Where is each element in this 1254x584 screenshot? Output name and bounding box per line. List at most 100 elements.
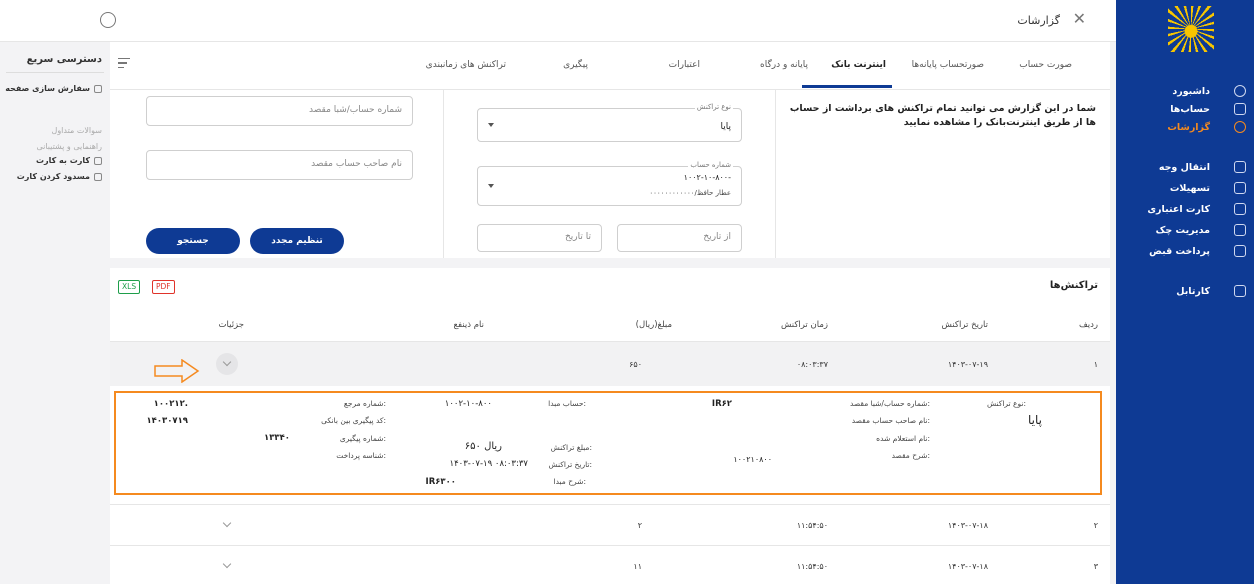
row-amount: ۱۱ [633,562,642,571]
sidebar-item-label: کارت اعتباری [1147,203,1210,215]
table-row[interactable]: ۳ ۱۴۰۳-۰۷-۱۸ ۱۱:۵۴:۵۰ ۱۱ [110,546,1110,584]
placeholder: تا تاریخ [564,232,591,242]
table-row[interactable]: ۲ ۱۴۰۳-۰۷-۱۸ ۱۱:۵۴:۵۰ ۲ [110,505,1110,545]
detail-label: نام صاحب حساب مقصد: [851,416,930,425]
chevron-down-icon [488,123,494,127]
sidebar-item-bill[interactable]: پرداخت قبض [1124,242,1246,260]
quick-item-label: راهنمایی و پشتیبانی [36,142,102,151]
bank-icon [1234,103,1246,115]
sidebar-item-loans[interactable]: تسهیلات [1124,179,1246,197]
dest-owner-input[interactable]: نام صاحب حساب مقصد [146,150,413,180]
row-index: ۲ [1093,521,1098,530]
transaction-type-select[interactable]: نوع تراکنش پایا [477,103,742,142]
row-amount: ۲ [637,521,642,530]
detail-value: پایا [1028,413,1042,427]
sidebar-item-accounts[interactable]: حساب‌ها [1124,100,1246,118]
quick-item-support[interactable]: راهنمایی و پشتیبانی [36,142,102,151]
account-number: ۱۰۰۲-۱۰-۸۰۰- [683,173,731,182]
account-select[interactable]: شماره حساب ۱۰۰۲-۱۰-۸۰۰- ۰۰۰۰۰۰۰۰۰۰۰۰/عطا… [477,161,742,206]
placeholder: نام صاحب حساب مقصد [311,159,402,169]
detail-value: ۱۳۳۴۰ [264,433,290,443]
filter-icon[interactable] [118,58,130,70]
detail-value: ۱۰۰۲-۱۰-۸۰۰ [444,399,492,409]
quick-access-title: دسترسی سریع [26,54,102,65]
tab-internet-bank[interactable]: اینترنت بانک [831,60,886,70]
detail-value: ۶۵۰ ریال [464,441,502,452]
quick-item-card-to-card[interactable]: کارت به کارت [36,156,102,165]
quick-item-customize-page[interactable]: سفارش سازی صفحه [5,84,102,93]
from-date-input[interactable]: از تاریخ [617,224,742,252]
chevron-down-icon[interactable] [216,555,238,577]
reset-button[interactable]: تنظیم مجدد [250,228,344,254]
column-header-details: جزئیات [218,320,244,330]
tab-scheduled-transactions[interactable]: تراکنش های زمانبندی [426,60,506,70]
sidebar-item-cheque[interactable]: مدیریت چک [1124,221,1246,239]
sidebar-item-label: داشبورد [1172,85,1210,97]
report-description: شما در این گزارش می توانید تمام تراکنش ه… [789,103,1096,128]
pdf-export-icon[interactable]: PDF [152,280,175,294]
row-date: ۱۴۰۳-۰۷-۱۸ [947,521,988,530]
table-row[interactable]: ۱ ۱۴۰۳-۰۷-۱۹ ۰۸:۰۳:۳۷ ۶۵۰ [110,342,1110,386]
sidebar-item-dashboard[interactable]: داشبورد [1124,82,1246,100]
row-date: ۱۴۰۳-۰۷-۱۹ [947,360,988,369]
report-icon [1234,121,1246,133]
field-label: شماره حساب [688,161,733,169]
sidebar-item-cartable[interactable]: کارتابل [1124,282,1246,300]
detail-label: شناسه پرداخت: [336,451,386,460]
filter-form: شما در این گزارش می توانید تمام تراکنش ه… [110,90,1110,258]
sidebar-item-label: حساب‌ها [1170,103,1210,115]
row-index: ۱ [1093,360,1098,369]
detail-label: شماره حساب/شبا مقصد: [849,399,930,408]
quick-item-faq[interactable]: سوالات متداول [52,126,103,135]
detail-value: ۱۰۰۲۱۲. [153,399,188,409]
detail-value: IR۶۲ [711,399,732,409]
sidebar-item-credit-card[interactable]: کارت اعتباری [1124,200,1246,218]
top-bar: گزارشات ✕ [0,0,1116,42]
detail-label: نام استعلام شده: [876,434,930,443]
column-header-index: ردیف [1078,320,1098,330]
detail-label: شرح مبدا: [553,477,586,486]
dest-account-input[interactable]: شماره حساب/شبا مقصد [146,96,413,126]
quick-item-block-card[interactable]: مسدود کردن کارت [17,172,102,181]
page-title: گزارشات [1017,14,1060,27]
row-amount: ۶۵۰ [629,360,642,369]
close-icon[interactable]: ✕ [1073,11,1086,27]
detail-label: شماره مرجع: [343,399,386,408]
sidebar-item-label: مدیریت چک [1155,224,1210,236]
sidebar-item-transfer[interactable]: انتقال وجه [1124,158,1246,176]
tab-terminal-statement[interactable]: صورتحساب پایانه‌ها [912,60,984,70]
tab-credits[interactable]: اعتبارات [669,60,700,70]
tab-statement[interactable]: صورت حساب [1019,60,1072,70]
sidebar-item-label: پرداخت قبض [1149,245,1210,257]
column-header-amount: مبلغ(ریال) [635,320,672,330]
settings-icon [94,84,102,93]
account-owner: ۰۰۰۰۰۰۰۰۰۰۰۰/عطار حافظ [649,189,731,197]
to-date-input[interactable]: تا تاریخ [477,224,602,252]
tab-terminal-gateway[interactable]: پایانه و درگاه [760,60,808,70]
quick-item-label: سفارش سازی صفحه [5,84,90,93]
column-header-time: زمان تراکنش [780,320,828,330]
field-label: نوع تراکنش [694,103,733,111]
quick-item-label: سوالات متداول [51,126,103,135]
sidebar-item-reports[interactable]: گزارشات [1124,118,1246,136]
tab-tracking[interactable]: پیگیری [563,60,588,70]
column-header-date: تاریخ تراکنش [941,320,988,330]
divider [6,72,104,73]
row-index: ۳ [1093,562,1098,571]
search-button[interactable]: جستجو [146,228,240,254]
detail-label: نوع تراکنش: [986,399,1026,408]
detail-label: شماره پیگیری: [339,434,386,443]
main-sidebar: داشبورد حساب‌ها گزارشات انتقال وجه تسهیل… [1116,0,1254,584]
chevron-down-icon[interactable] [216,353,238,375]
dashboard-icon [1234,85,1246,97]
user-icon[interactable] [100,12,116,28]
active-tab-indicator [802,85,892,88]
arrow-right-icon [154,359,200,383]
cartable-icon [1234,285,1246,297]
xls-export-icon[interactable]: XLS [118,280,141,294]
chevron-down-icon[interactable] [216,514,238,536]
placeholder: شماره حساب/شبا مقصد [308,105,402,115]
cheque-icon [1234,224,1246,236]
bank-logo [1168,6,1214,52]
chevron-down-icon [488,184,494,188]
